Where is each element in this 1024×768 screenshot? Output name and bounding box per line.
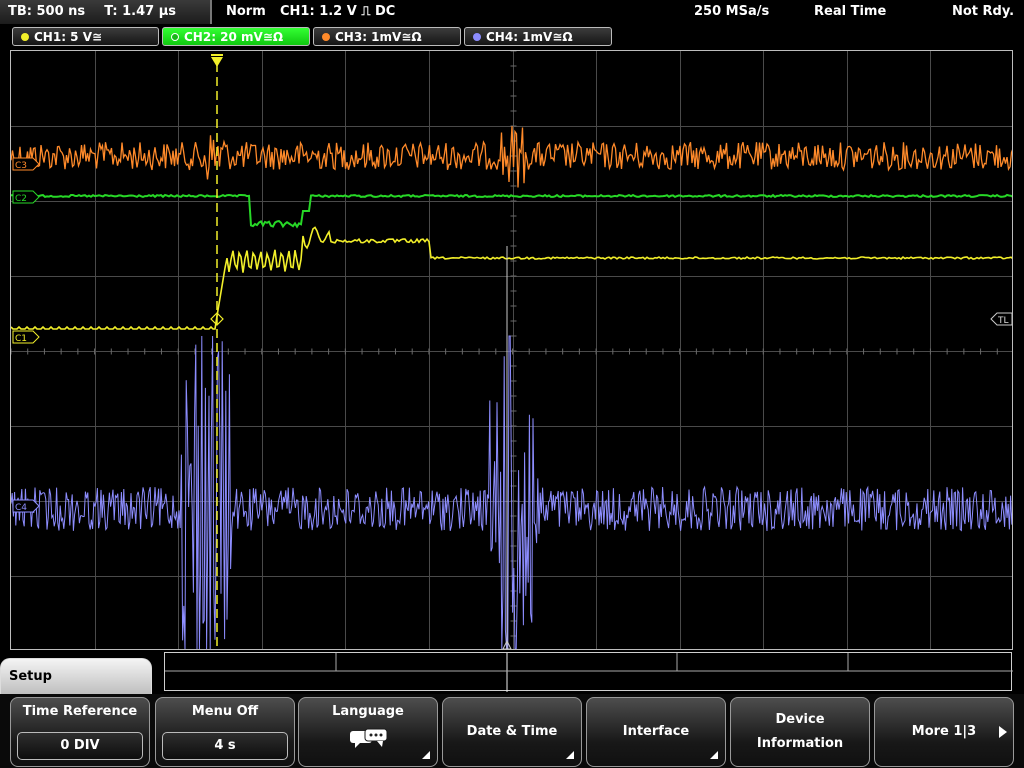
- channel-tab-ch2[interactable]: CH2: 20 mV≅Ω: [162, 27, 310, 46]
- date-time-button[interactable]: Date & Time: [442, 697, 582, 767]
- trigger-level-marker[interactable]: TL: [990, 312, 1012, 326]
- setup-menu-title: Setup: [0, 658, 152, 698]
- trigger-position-marker-icon: [211, 57, 223, 67]
- overview-canvas: [165, 653, 1013, 692]
- speech-bubbles-icon: [350, 728, 388, 748]
- timebase-readout: TB: 500 ns: [8, 4, 86, 19]
- ch2-marker[interactable]: C2: [12, 190, 40, 204]
- trigger-level-label: TL: [997, 316, 1009, 326]
- acquisition-type: Real Time: [814, 4, 887, 19]
- trigger-info: CH1: 1.2 V ⎍ DC: [280, 4, 396, 19]
- interface-label: Interface: [622, 724, 690, 739]
- ch3-trace: [11, 126, 1012, 188]
- device-information-button[interactable]: Device Information: [730, 697, 870, 767]
- overview-bar: [164, 652, 1013, 692]
- time-reference-label: Time Reference: [22, 704, 138, 719]
- ch1-marker-label: C1: [15, 334, 27, 344]
- date-time-label: Date & Time: [466, 724, 558, 739]
- ch3-marker[interactable]: C3: [12, 157, 40, 171]
- channel-tab-ch1[interactable]: CH1: 5 V≅: [12, 27, 159, 46]
- ch2-marker-label: C2: [15, 194, 27, 204]
- ch1-marker[interactable]: C1: [12, 330, 40, 344]
- submenu-corner-icon: [422, 751, 430, 759]
- ch2-trace: [11, 193, 1012, 229]
- time-reference-value: 0 DIV: [17, 732, 143, 760]
- device-information-line1: Device: [775, 712, 825, 727]
- ch3-label: CH3: 1mV≅Ω: [335, 30, 422, 44]
- language-label: Language: [332, 704, 404, 719]
- interface-button[interactable]: Interface: [586, 697, 726, 767]
- status-bar: TB: 500 ns T: 1.47 µs Norm CH1: 1.2 V ⎍ …: [0, 0, 1024, 24]
- waveform-display[interactable]: C3 C2 C1 C4 TL: [10, 50, 1013, 650]
- ch3-marker-label: C3: [15, 161, 27, 171]
- ch3-dot-icon: [322, 33, 330, 41]
- ch4-marker[interactable]: C4: [12, 499, 40, 513]
- grid-center-ticks: [11, 51, 998, 637]
- ch4-trace: [11, 335, 1012, 649]
- ready-state: Not Rdy.: [952, 4, 1015, 19]
- submenu-corner-icon: [710, 751, 718, 759]
- more-label: More 1|3: [911, 724, 977, 739]
- timebase-box[interactable]: TB: 500 ns T: 1.47 µs: [0, 0, 212, 24]
- more-button[interactable]: More 1|3: [874, 697, 1014, 767]
- setup-title-label: Setup: [9, 669, 52, 684]
- ch1-label: CH1: 5 V≅: [34, 30, 103, 44]
- ch4-marker-label: C4: [15, 503, 27, 513]
- acquisition-mode: Norm: [226, 4, 266, 19]
- channel-tab-ch4[interactable]: CH4: 1mV≅Ω: [464, 27, 612, 46]
- next-page-arrow-icon: [999, 726, 1007, 738]
- ch1-dot-icon: [21, 33, 29, 41]
- menu-off-label: Menu Off: [191, 704, 259, 719]
- sample-rate: 250 MSa/s: [694, 4, 770, 19]
- ch2-label: CH2: 20 mV≅Ω: [184, 30, 284, 44]
- trigger-time-readout: T: 1.47 µs: [104, 4, 177, 19]
- ch1-trace: [11, 226, 1012, 330]
- language-button[interactable]: Language: [298, 697, 438, 767]
- ch4-label: CH4: 1mV≅Ω: [486, 30, 573, 44]
- menu-off-button[interactable]: Menu Off 4 s: [155, 697, 295, 767]
- time-reference-button[interactable]: Time Reference 0 DIV: [10, 697, 150, 767]
- menu-off-value: 4 s: [162, 732, 288, 760]
- submenu-corner-icon: [566, 751, 574, 759]
- device-information-line2: Information: [756, 736, 844, 751]
- channel-tab-ch3[interactable]: CH3: 1mV≅Ω: [313, 27, 461, 46]
- channel-bar: CH1: 5 V≅ CH2: 20 mV≅Ω CH3: 1mV≅Ω CH4: 1…: [0, 26, 1024, 48]
- ch2-dot-icon: [171, 33, 179, 41]
- waveform-canvas: C3 C2 C1 C4 TL: [11, 51, 1012, 649]
- ch4-dot-icon: [473, 33, 481, 41]
